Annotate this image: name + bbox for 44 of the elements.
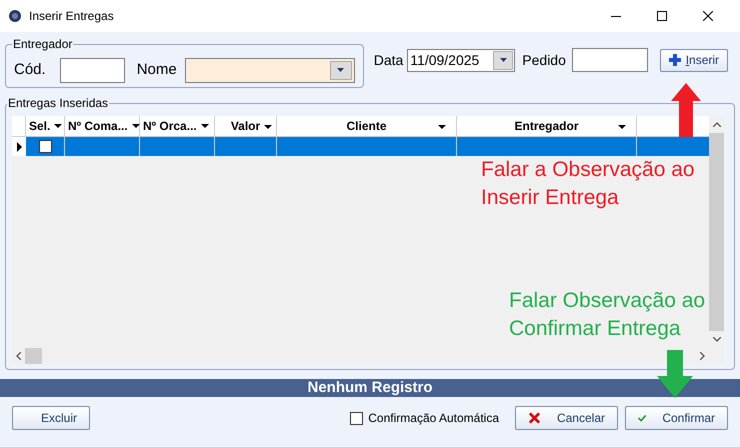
- row-checkbox[interactable]: [38, 140, 52, 153]
- annotation-text: Falar a Observação ao Inserir Entrega: [481, 157, 696, 211]
- dropdown-arrow-icon: [500, 58, 507, 62]
- down-arrow-icon: [657, 350, 693, 398]
- checkbox-label: Confirmação Automática: [368, 410, 499, 427]
- field-label: Data: [374, 50, 404, 70]
- name-dropdown[interactable]: [184, 58, 355, 82]
- scroll-up-icon[interactable]: [712, 122, 720, 127]
- field-label: Nome: [136, 60, 177, 80]
- sort-arrow-icon: [618, 125, 626, 129]
- column-header[interactable]: Sel.: [26, 116, 65, 136]
- delete-button[interactable]: Excluir: [12, 406, 90, 430]
- plus-icon: [668, 54, 681, 66]
- field-label: Pedido: [522, 50, 566, 70]
- sort-arrow-icon: [264, 125, 272, 129]
- close-icon: [528, 411, 541, 425]
- scroll-left-icon[interactable]: [16, 352, 21, 360]
- field-label: Cód.: [14, 60, 46, 80]
- scroll-down-icon[interactable]: [712, 337, 720, 342]
- group-title: Entregador: [12, 36, 74, 53]
- window-title: Inserir Entregas: [29, 8, 114, 25]
- cancel-button[interactable]: Cancelar: [515, 406, 618, 430]
- scroll-right-icon[interactable]: [700, 352, 705, 360]
- close-icon: [703, 11, 713, 21]
- maximize-icon: [657, 11, 667, 21]
- annotation-text: Falar Observação ao Confirmar Entrega: [509, 288, 706, 342]
- status-bar: Nenhum Registro: [0, 379, 740, 397]
- app-icon: [9, 10, 21, 22]
- insert-button[interactable]: Inserir: [660, 48, 728, 72]
- sort-arrow-icon: [54, 124, 62, 128]
- confirm-button[interactable]: Confirmar: [625, 406, 728, 430]
- date-field[interactable]: 11/09/2025: [407, 48, 516, 72]
- group-title: Entregas Inseridas: [7, 95, 110, 112]
- up-arrow-icon: [671, 83, 701, 137]
- sort-arrow-icon: [200, 124, 209, 128]
- order-field[interactable]: [572, 48, 648, 72]
- scroll-thumb[interactable]: [25, 348, 42, 364]
- sort-arrow-icon: [132, 124, 140, 128]
- auto-confirm-checkbox[interactable]: [350, 412, 364, 424]
- dropdown-arrow-icon: [337, 68, 344, 72]
- current-row-icon: [16, 142, 22, 152]
- code-field[interactable]: [60, 58, 125, 82]
- grid-row[interactable]: [12, 137, 709, 156]
- sort-arrow-icon: [438, 125, 446, 129]
